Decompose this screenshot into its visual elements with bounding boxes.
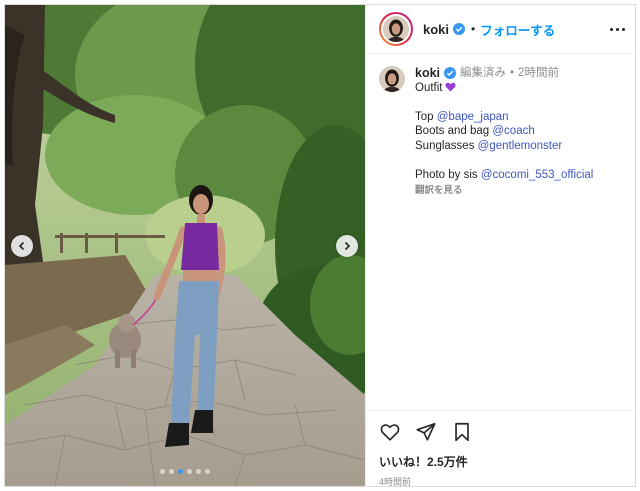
caption-body: koki 編集済み•2時間前 Outfit Top @bape_japan [415,66,593,198]
post-actions: いいね！2.5万件 4時間前 [366,410,635,486]
photo-label: Photo by sis [415,169,478,182]
follow-button[interactable]: フォローする [480,20,555,39]
more-dot [610,27,613,31]
caption-line-boots: Boots and bag @coach [415,124,593,139]
caption-line-outfit: Outfit [415,81,593,96]
author-username[interactable]: koki [423,22,449,37]
outfit-text: Outfit [415,81,443,94]
carousel-prev-button[interactable] [11,235,33,257]
caption-line-sunglasses: Sunglasses @gentlemonster [415,139,593,154]
post-timestamp[interactable]: 4時間前 [379,475,625,486]
post-image [5,5,365,486]
sunglasses-label: Sunglasses [415,139,475,152]
caption-time[interactable]: 2時間前 [518,67,559,79]
caption-meta: 編集済み • 2時間前 [460,66,559,81]
caption-line-top: Top @bape_japan [415,110,593,125]
header-separator: • [471,22,476,36]
bookmark-icon[interactable] [451,421,473,443]
chevron-left-icon [18,241,25,251]
edited-label: 編集済み [460,67,507,79]
carousel-dot [169,469,174,474]
caption-username[interactable]: koki [415,66,440,81]
boots-label: Boots and bag [415,125,490,138]
author-avatar[interactable] [379,12,413,46]
likes-count[interactable]: いいね！2.5万件 [379,453,625,470]
meta-separator: • [510,67,515,79]
more-dot [616,27,619,31]
carousel-dot [205,469,210,474]
carousel-dot [187,469,192,474]
more-options-button[interactable] [610,27,625,31]
verified-badge-icon [453,23,466,35]
mention-gentlemonster-link[interactable]: @gentlemonster [478,140,563,152]
post-container: koki • フォローする koki 編集済み • 2時間前 Outfit To… [4,4,636,487]
caption-header: koki 編集済み • 2時間前 [415,66,593,81]
share-send-icon[interactable] [415,421,437,443]
post-header: koki • フォローする [366,5,635,54]
chevron-right-icon [344,241,351,251]
top-label: Top [415,110,434,123]
post-sidebar: koki • フォローする koki 編集済み • 2時間前 Outfit To… [365,5,635,486]
post-photo[interactable] [5,5,365,486]
profile-photo [383,16,409,42]
verified-badge-icon [444,67,457,80]
carousel-dot [160,469,165,474]
carousel-dot [196,469,201,474]
carousel-dot [178,469,183,474]
purple-heart-icon [445,82,457,92]
profile-photo [379,66,405,92]
caption-author-avatar[interactable] [379,66,405,92]
see-translation-button[interactable]: 翻訳を見る [415,184,593,199]
like-heart-icon[interactable] [379,421,401,443]
carousel-indicator [5,469,365,474]
mention-cocomi-link[interactable]: @cocomi_553_official [481,169,593,181]
mention-bape-link[interactable]: @bape_japan [437,111,509,123]
mention-coach-link[interactable]: @coach [492,125,534,137]
carousel-next-button[interactable] [336,235,358,257]
action-row [379,421,625,443]
caption-line-photo: Photo by sis @cocomi_553_official [415,168,593,183]
caption-section: koki 編集済み•2時間前 Outfit Top @bape_japan [366,54,635,198]
more-dot [622,27,625,31]
